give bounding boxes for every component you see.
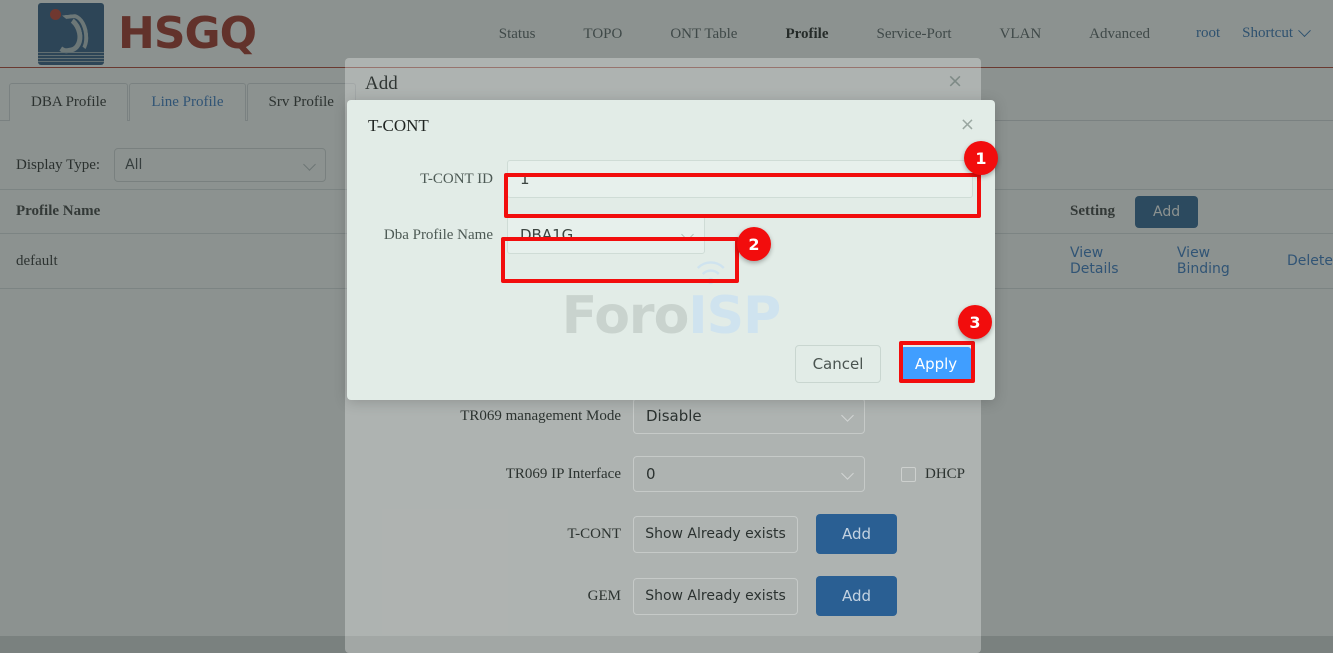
annotation-badge-1: 1 bbox=[964, 141, 998, 175]
watermark-isp-text: ISP bbox=[688, 286, 781, 346]
gem-label: GEM bbox=[587, 587, 621, 604]
gem-show-already-exists-button[interactable]: Show Already exists bbox=[633, 577, 798, 615]
watermark-isp: ISP bbox=[688, 261, 781, 346]
tr069-ip-interface-select[interactable]: 0 bbox=[633, 456, 865, 492]
dba-profile-name-select[interactable]: DBA1G bbox=[507, 216, 705, 254]
tcont-form: T-CONT ID Dba Profile Name DBA1G bbox=[347, 160, 995, 272]
form-row-dba-profile-name: Dba Profile Name DBA1G bbox=[347, 216, 995, 254]
chevron-down-icon bbox=[841, 467, 854, 480]
dhcp-checkbox-wrap[interactable]: DHCP bbox=[901, 466, 965, 483]
form-row-tr069-management-mode: TR069 management Mode Disable bbox=[345, 398, 981, 434]
tcont-show-already-exists-button[interactable]: Show Already exists bbox=[633, 515, 798, 553]
add-modal-title: Add bbox=[365, 73, 398, 94]
tcont-add-button[interactable]: Add bbox=[816, 514, 898, 554]
watermark-foro: Foro bbox=[561, 286, 690, 346]
form-row-gem: GEM Show Already exists Add bbox=[345, 576, 981, 616]
dhcp-checkbox[interactable] bbox=[901, 466, 916, 482]
apply-button[interactable]: Apply bbox=[901, 347, 971, 381]
add-modal-form: TR069 management Mode Disable TR069 IP I… bbox=[345, 398, 981, 638]
dba-profile-name-value: DBA1G bbox=[520, 226, 574, 244]
tcont-modal: T-CONT × Foro ISP T-CONT ID Dba Profile … bbox=[347, 100, 995, 400]
form-row-tcont-id: T-CONT ID bbox=[347, 160, 995, 198]
tr069-management-mode-select[interactable]: Disable bbox=[633, 398, 865, 434]
form-row-tr069-ip-interface: TR069 IP Interface 0 DHCP bbox=[345, 456, 981, 492]
annotation-badge-3: 3 bbox=[958, 305, 992, 339]
tcont-modal-actions: Cancel Apply bbox=[795, 345, 971, 383]
annotation-badge-2: 2 bbox=[737, 227, 771, 261]
tr069-management-mode-value: Disable bbox=[646, 407, 702, 425]
dhcp-label: DHCP bbox=[925, 465, 966, 482]
close-icon[interactable]: × bbox=[947, 72, 963, 91]
cancel-button[interactable]: Cancel bbox=[795, 345, 881, 383]
tr069-ip-interface-value: 0 bbox=[646, 465, 656, 483]
chevron-down-icon bbox=[841, 409, 854, 422]
tr069-management-mode-label: TR069 management Mode bbox=[460, 407, 621, 424]
tcont-id-label: T-CONT ID bbox=[420, 170, 493, 187]
tr069-ip-interface-label: TR069 IP Interface bbox=[505, 465, 621, 482]
chevron-down-icon bbox=[681, 228, 694, 241]
tcont-label: T-CONT bbox=[567, 525, 621, 542]
close-icon[interactable]: × bbox=[960, 116, 975, 134]
gem-add-button[interactable]: Add bbox=[816, 576, 898, 616]
foroisp-watermark: Foro ISP bbox=[561, 261, 781, 346]
tcont-modal-title: T-CONT bbox=[368, 116, 429, 135]
form-row-tcont: T-CONT Show Already exists Add bbox=[345, 514, 981, 554]
dba-profile-name-label: Dba Profile Name bbox=[383, 226, 493, 243]
tcont-id-input[interactable] bbox=[507, 160, 973, 198]
